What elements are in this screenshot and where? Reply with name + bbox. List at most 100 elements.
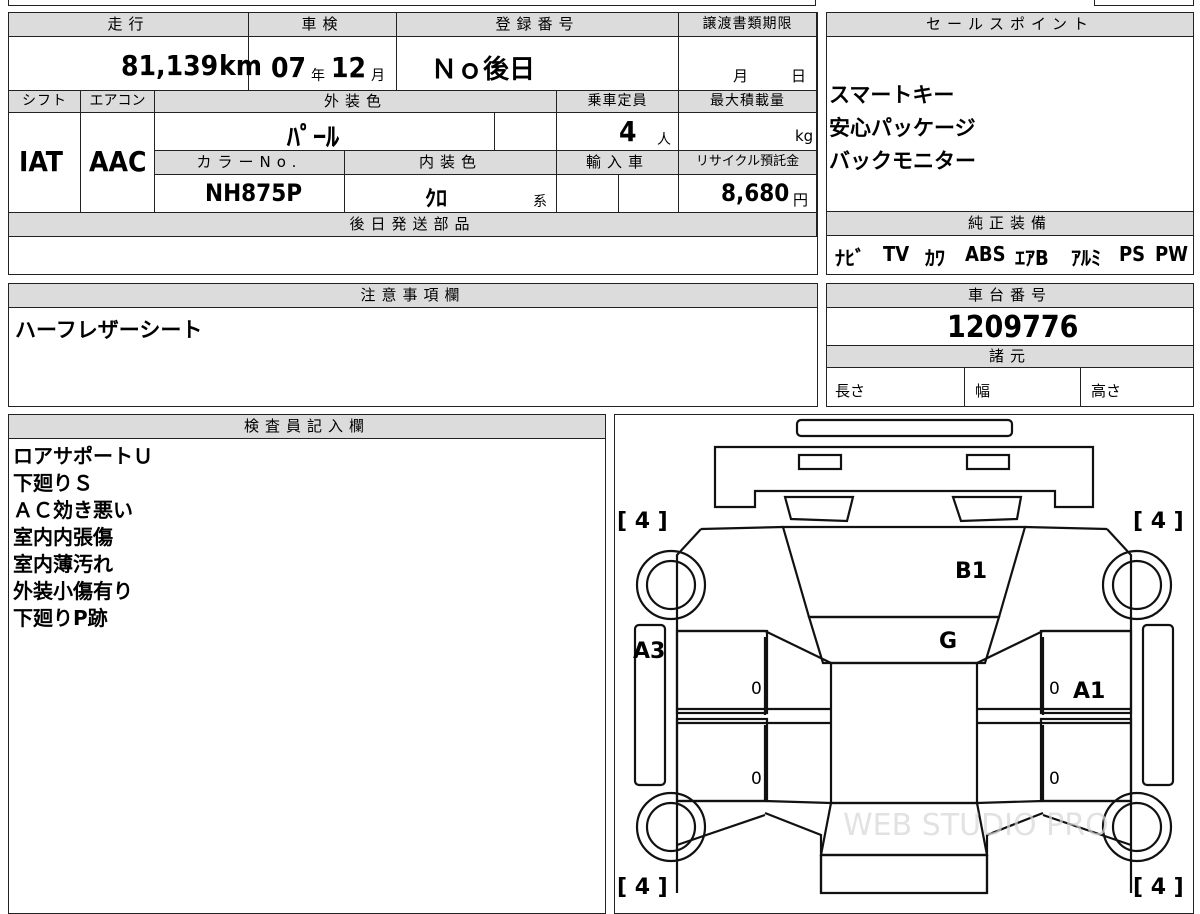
notes-text: ハーフレザーシート: [15, 318, 203, 342]
sales-point-item: バックモニター: [829, 149, 976, 173]
watermark: WEB STUDIO PRO: [843, 808, 1109, 843]
inspector-line: 下廻りP跡: [13, 606, 108, 630]
genuine-equipment-box: 純正装備 ﾅﾋﾞ TV ｶﾜ ABS ｴｱB ｱﾙﾐ PS PW: [826, 212, 1194, 275]
equipment-item: ﾅﾋﾞ: [835, 246, 865, 270]
vehicle-info-table: 走行 車検 登録番号 譲渡書類期限 81,139 km 07 年 12 月 Ｎｏ…: [8, 12, 818, 275]
import-cell-a: [557, 175, 619, 213]
chassis-value-cell: 1209776: [827, 308, 1193, 346]
inspection-cell: 07 年 12 月: [249, 37, 397, 91]
inspector-line: 下廻りＳ: [13, 471, 93, 495]
zero-marker: 0: [1049, 679, 1060, 699]
length-label: 長さ: [835, 382, 866, 400]
mileage-cell: 81,139 km: [9, 37, 262, 91]
registration-cell: Ｎｏ後日: [397, 37, 679, 91]
mileage-value: 81,139: [121, 49, 219, 82]
interior-color-header: 内装色: [345, 151, 557, 175]
month-unit: 月: [371, 68, 385, 84]
sales-points-box: セールスポイント スマートキー 安心パッケージ バックモニター: [826, 12, 1194, 212]
exterior-color-header: 外装色: [155, 91, 557, 113]
registration-value: Ｎｏ後日: [431, 55, 536, 85]
equipment-item: ｶﾜ: [925, 246, 945, 270]
registration-header: 登録番号: [397, 13, 679, 37]
inspector-line: ＡＣ効き悪い: [13, 498, 133, 522]
inspection-year: 07: [271, 51, 307, 84]
inspection-header: 車検: [249, 13, 397, 37]
load-unit: kg: [795, 127, 814, 145]
chassis-header: 車台番号: [827, 284, 1193, 308]
height-cell: 高さ: [1081, 368, 1193, 406]
equipment-item: PW: [1155, 242, 1189, 266]
damage-mark-a1: A1: [1073, 679, 1106, 704]
genuine-equipment-header: 純正装備: [827, 212, 1193, 236]
aircon-header: エアコン: [81, 91, 155, 113]
recycle-header: リサイクル預託金: [679, 151, 817, 175]
length-cell: 長さ: [827, 368, 965, 406]
shift-cell: IAT: [9, 113, 81, 213]
shift-header: シフト: [9, 91, 81, 113]
zero-marker: 0: [751, 679, 762, 699]
zero-marker: 0: [1049, 769, 1060, 789]
height-label: 高さ: [1091, 382, 1122, 400]
sales-points-header: セールスポイント: [827, 13, 1193, 37]
inspector-line: 外装小傷有り: [13, 579, 133, 603]
recycle-value: 8,680: [721, 179, 790, 207]
top-edge-strip-right: [1094, 0, 1194, 6]
inspector-line: ロアサポートＵ: [13, 444, 153, 468]
car-diagram: WEB STUDIO PRO: [633, 418, 1175, 895]
color-no-header: カラーNo.: [155, 151, 345, 175]
interior-color-suffix: 系: [533, 194, 547, 210]
chassis-value: 1209776: [947, 310, 1079, 345]
capacity-unit: 人: [657, 132, 671, 148]
aircon-value: AAC: [89, 145, 147, 178]
tire-grade-front-right: [ 4 ]: [1133, 509, 1184, 534]
car-diagram-box: WEB STUDIO PRO [ 4 ] [ 4 ] [ 4 ] [ 4 ] B…: [614, 414, 1194, 914]
import-header: 輸入車: [557, 151, 679, 175]
color-no-value: NH875P: [205, 179, 303, 207]
equipment-item: ｴｱB: [1015, 246, 1049, 270]
import-cell-b: [619, 175, 679, 213]
deadline-cell: 月 日: [679, 37, 817, 91]
top-edge-strip: [8, 0, 816, 6]
max-load-header: 最大積載量: [679, 91, 817, 113]
damage-mark-b1: B1: [955, 559, 988, 584]
capacity-value: 4: [619, 115, 637, 148]
interior-color-cell: ｸﾛ 系: [345, 175, 557, 213]
exterior-color-value: ﾊﾟｰﾙ: [287, 123, 340, 153]
max-load-cell: kg: [679, 113, 817, 151]
equipment-item: TV: [883, 242, 910, 266]
inspection-month: 12: [331, 51, 367, 84]
equipment-item: ｱﾙﾐ: [1071, 246, 1101, 270]
equipment-item: ABS: [965, 242, 1006, 266]
specs-header: 諸元: [827, 346, 1193, 368]
width-cell: 幅: [965, 368, 1081, 406]
zero-marker: 0: [751, 769, 762, 789]
width-label: 幅: [975, 382, 991, 400]
later-parts-header: 後日発送部品: [9, 213, 817, 237]
recycle-cell: 8,680 円: [679, 175, 817, 213]
inspector-box: 検査員記入欄 ロアサポートＵ 下廻りＳ ＡＣ効き悪い 室内内張傷 室内薄汚れ 外…: [8, 414, 606, 914]
sales-point-item: 安心パッケージ: [829, 116, 976, 140]
sales-point-item: スマートキー: [829, 83, 955, 107]
equipment-item: PS: [1119, 242, 1146, 266]
capacity-header: 乗車定員: [557, 91, 679, 113]
inspector-line: 室内内張傷: [13, 525, 113, 549]
deadline-day: 日: [791, 67, 807, 85]
color-no-cell: NH875P: [155, 175, 345, 213]
year-unit: 年: [311, 68, 325, 84]
interior-color-value: ｸﾛ: [425, 187, 448, 212]
tire-grade-rear-left: [ 4 ]: [617, 875, 668, 900]
tire-grade-rear-right: [ 4 ]: [1133, 875, 1184, 900]
shift-value: IAT: [19, 145, 63, 178]
exterior-color-extra: [495, 113, 557, 151]
tire-grade-front-left: [ 4 ]: [617, 509, 668, 534]
recycle-unit: 円: [793, 191, 809, 209]
aircon-cell: AAC: [81, 113, 155, 213]
notes-header: 注意事項欄: [9, 284, 817, 308]
transfer-deadline-header: 譲渡書類期限: [679, 13, 817, 37]
exterior-color-cell: ﾊﾟｰﾙ: [155, 113, 495, 153]
capacity-cell: 4 人: [557, 113, 679, 151]
damage-mark-a3: A3: [633, 639, 666, 664]
damage-mark-g: G: [939, 629, 958, 654]
deadline-month: 月: [733, 67, 749, 85]
inspector-header: 検査員記入欄: [9, 415, 605, 439]
